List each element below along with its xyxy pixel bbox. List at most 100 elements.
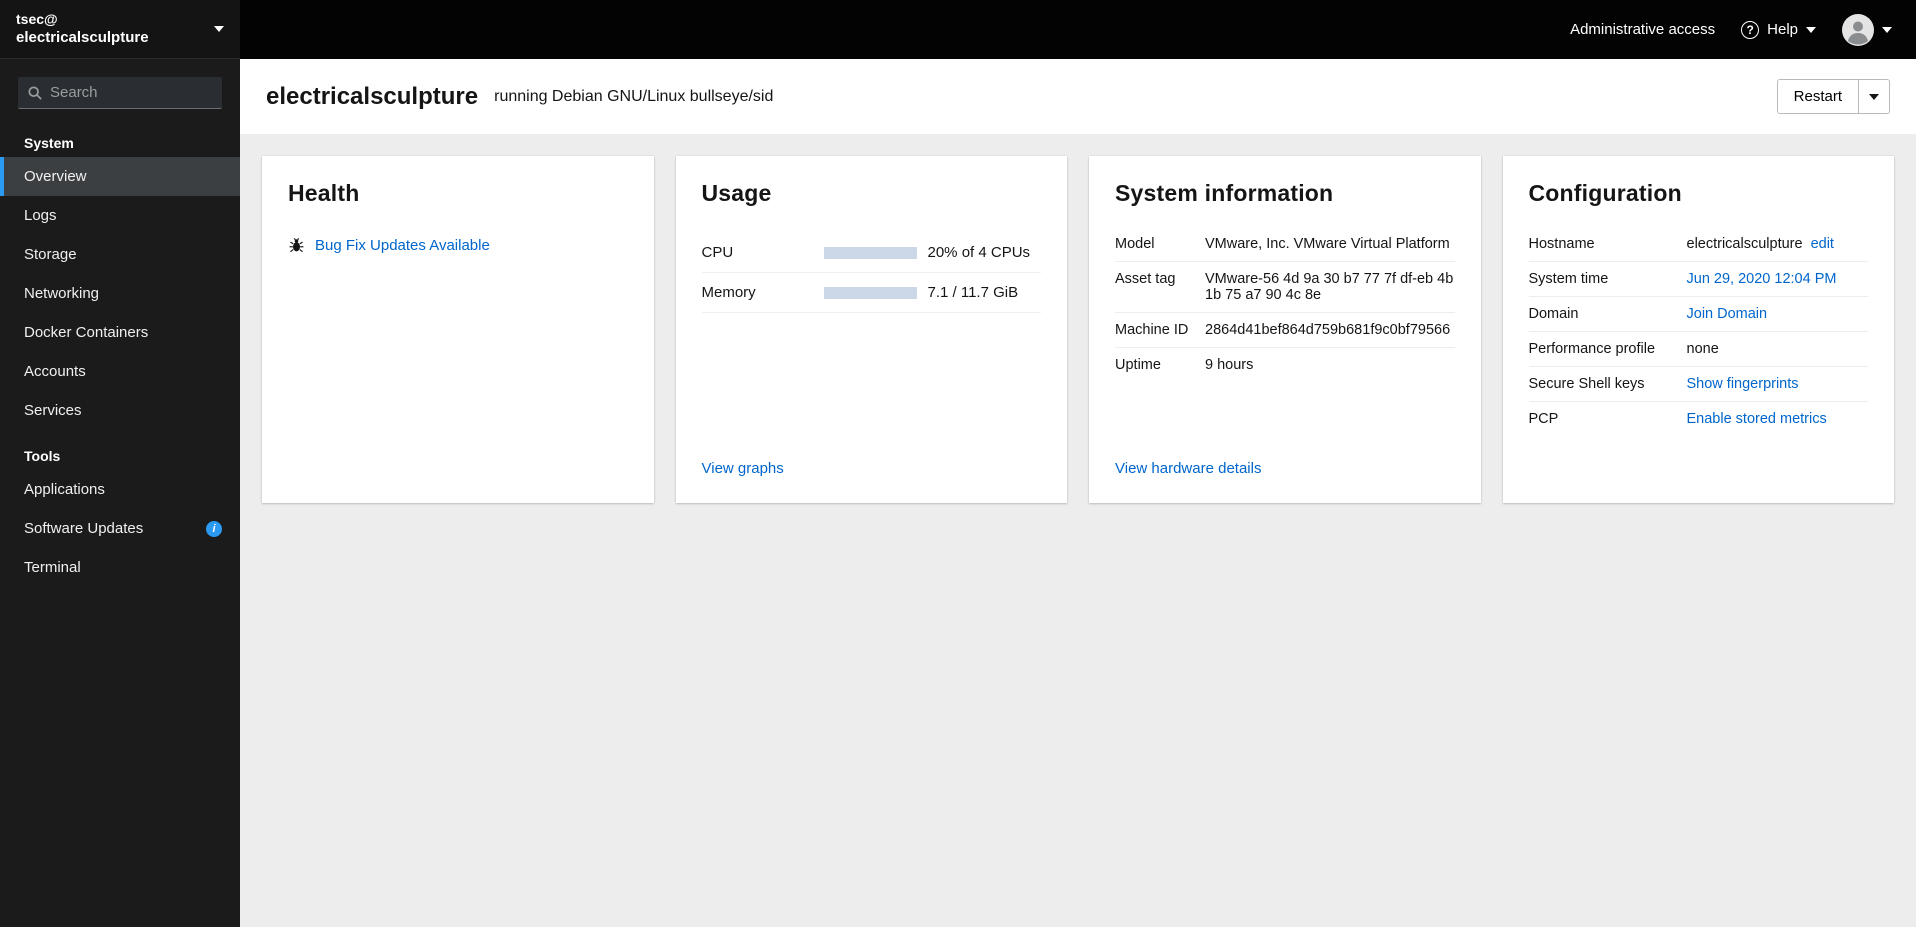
table-row: Uptime 9 hours — [1115, 348, 1455, 382]
main-column: Administrative access ? Help electricals… — [240, 0, 1916, 927]
table-row: Domain Join Domain — [1528, 297, 1868, 332]
show-fingerprints-link[interactable]: Show fingerprints — [1687, 376, 1799, 392]
masthead: Administrative access ? Help — [240, 0, 1916, 59]
table-row: Asset tag VMware-56 4d 9a 30 b7 77 7f df… — [1115, 262, 1455, 313]
pcp-label: PCP — [1528, 411, 1559, 427]
sidebar-item-software-updates[interactable]: Software Updates i — [0, 509, 240, 548]
table-row: Machine ID 2864d41bef864d759b681f9c0bf79… — [1115, 313, 1455, 348]
domain-label: Domain — [1528, 306, 1579, 322]
sidebar-item-overview[interactable]: Overview — [0, 157, 240, 196]
sidebar-item-terminal[interactable]: Terminal — [0, 548, 240, 587]
memory-value: 7.1 / 11.7 GiB — [927, 284, 1019, 301]
cpu-label: CPU — [701, 244, 734, 261]
usage-card: Usage CPU 20% of 4 CPUs Memory 7.1 / 11.… — [675, 156, 1067, 503]
asset-tag-value: VMware-56 4d 9a 30 b7 77 7f df-eb 4b 1b … — [1205, 271, 1454, 303]
table-row: System time Jun 29, 2020 12:04 PM — [1528, 262, 1868, 297]
table-row: Model VMware, Inc. VMware Virtual Platfo… — [1115, 227, 1455, 262]
system-time-link[interactable]: Jun 29, 2020 12:04 PM — [1687, 271, 1837, 287]
model-label: Model — [1115, 236, 1155, 252]
cpu-usage-row: CPU 20% of 4 CPUs — [701, 233, 1041, 273]
sidebar-item-label: Storage — [24, 246, 77, 263]
health-card: Health Bug Fix Updates Available — [262, 156, 654, 503]
sidebar-section-tools-title: Tools — [24, 448, 61, 464]
sidebar-nav: System Overview Logs Storage Networking … — [0, 117, 240, 587]
sidebar-section-system-title: System — [24, 135, 74, 151]
usage-card-title: Usage — [701, 180, 772, 206]
memory-progress-bar — [823, 286, 917, 299]
bug-fix-updates-link[interactable]: Bug Fix Updates Available — [315, 237, 490, 254]
page-header: electricalsculpture running Debian GNU/L… — [240, 59, 1916, 134]
join-domain-link[interactable]: Join Domain — [1687, 306, 1768, 322]
search-box[interactable] — [18, 77, 222, 109]
restart-button[interactable]: Restart — [1777, 80, 1858, 113]
cpu-value: 20% of 4 CPUs — [927, 244, 1031, 261]
sidebar-item-applications[interactable]: Applications — [0, 470, 240, 509]
sidebar-item-label: Docker Containers — [24, 324, 149, 341]
table-row: Hostname electricalsculpture edit — [1528, 227, 1869, 262]
view-hardware-details-link[interactable]: View hardware details — [1115, 446, 1455, 477]
configuration-card-title: Configuration — [1528, 180, 1682, 206]
chevron-down-icon — [1806, 26, 1816, 33]
hostname-edit-link[interactable]: edit — [1811, 236, 1834, 252]
sidebar-item-label: Terminal — [24, 559, 81, 576]
sidebar-item-storage[interactable]: Storage — [0, 235, 240, 274]
os-subtitle: running Debian GNU/Linux bullseye/sid — [494, 87, 774, 105]
chevron-down-icon — [1882, 26, 1892, 33]
system-information-table: Model VMware, Inc. VMware Virtual Platfo… — [1115, 227, 1455, 382]
sidebar-item-label: Logs — [24, 207, 57, 224]
sidebar-item-label: Services — [24, 402, 82, 419]
sidebar-item-label: Software Updates — [24, 520, 144, 537]
enable-stored-metrics-link[interactable]: Enable stored metrics — [1687, 411, 1827, 427]
sidebar-item-services[interactable]: Services — [0, 391, 240, 430]
performance-profile-label: Performance profile — [1528, 341, 1656, 357]
host-machine: electricalsculpture — [16, 29, 149, 47]
table-row: Performance profile none — [1528, 332, 1868, 367]
sidebar-search — [0, 59, 240, 117]
usage-table: CPU 20% of 4 CPUs Memory 7.1 / 11.7 GiB — [701, 233, 1041, 313]
table-row: Secure Shell keys Show fingerprints — [1528, 367, 1868, 402]
host-name: tsec@ electricalsculpture — [16, 10, 149, 48]
hostname-value-cell: electricalsculpture edit — [1687, 236, 1869, 252]
overview-content: Health Bug Fix Updates Available Usage C… — [240, 134, 1916, 927]
search-input[interactable] — [50, 84, 212, 101]
help-icon: ? — [1741, 20, 1760, 39]
host-switcher[interactable]: tsec@ electricalsculpture — [0, 0, 240, 59]
chevron-down-icon — [214, 26, 224, 32]
sidebar-item-logs[interactable]: Logs — [0, 196, 240, 235]
administrative-access-label: Administrative access — [1570, 21, 1716, 38]
system-time-label: System time — [1528, 271, 1609, 287]
performance-profile-value: none — [1686, 341, 1719, 357]
model-value: VMware, Inc. VMware Virtual Platform — [1205, 236, 1450, 252]
sidebar-item-label: Overview — [24, 168, 87, 185]
restart-dropdown-toggle[interactable] — [1858, 80, 1889, 113]
sidebar-item-networking[interactable]: Networking — [0, 274, 240, 313]
chevron-down-icon — [1869, 93, 1879, 100]
view-graphs-link[interactable]: View graphs — [702, 446, 1042, 477]
system-information-card-title: System information — [1115, 180, 1334, 206]
page-title: electricalsculpture — [266, 82, 479, 110]
administrative-access-button[interactable]: Administrative access — [1570, 21, 1715, 38]
configuration-card: Configuration Hostname electricalsculptu… — [1502, 156, 1894, 503]
machine-id-value: 2864d41bef864d759b681f9c0bf79566 — [1205, 322, 1451, 338]
table-row: PCP Enable stored metrics — [1529, 402, 1869, 436]
health-card-title: Health — [288, 180, 360, 206]
system-information-card: System information Model VMware, Inc. VM… — [1089, 156, 1481, 503]
cpu-progress-bar — [823, 246, 917, 259]
machine-id-label: Machine ID — [1115, 322, 1189, 338]
help-menu[interactable]: ? Help — [1741, 20, 1816, 39]
sidebar-item-label: Accounts — [24, 363, 86, 380]
sidebar-item-accounts[interactable]: Accounts — [0, 352, 240, 391]
memory-usage-row: Memory 7.1 / 11.7 GiB — [701, 273, 1041, 313]
avatar — [1842, 13, 1874, 46]
sidebar-item-docker-containers[interactable]: Docker Containers — [0, 313, 240, 352]
restart-split-button: Restart — [1776, 79, 1890, 114]
hostname-label: Hostname — [1528, 236, 1595, 252]
help-label: Help — [1767, 21, 1798, 38]
uptime-label: Uptime — [1115, 357, 1161, 373]
session-menu[interactable] — [1842, 13, 1892, 46]
health-updates-row: Bug Fix Updates Available — [288, 237, 628, 254]
sidebar-item-label: Applications — [24, 481, 105, 498]
configuration-table: Hostname electricalsculpture edit System … — [1528, 227, 1869, 436]
sidebar: tsec@ electricalsculpture System Overvie… — [0, 0, 240, 927]
uptime-value: 9 hours — [1205, 357, 1254, 373]
